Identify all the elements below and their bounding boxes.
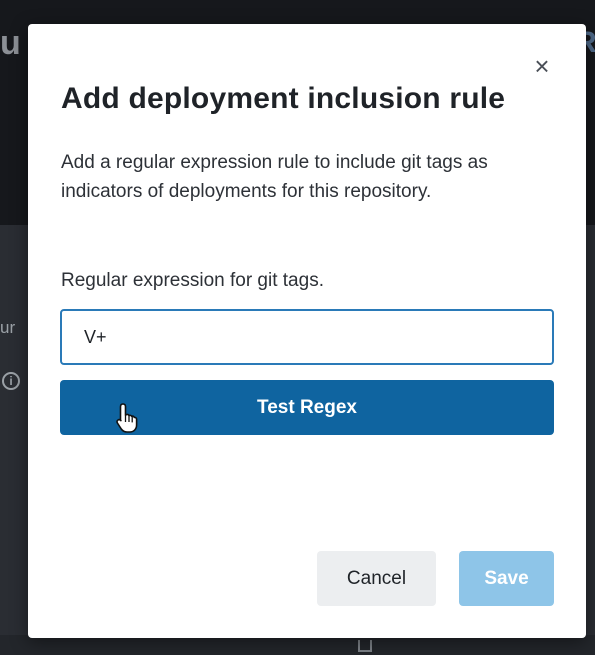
dialog-title: Add deployment inclusion rule — [61, 82, 506, 115]
test-regex-button[interactable]: Test Regex — [60, 380, 554, 435]
trash-icon — [356, 636, 374, 652]
background-footer — [0, 635, 595, 655]
cancel-button[interactable]: Cancel — [317, 551, 436, 606]
info-icon: i — [2, 372, 20, 390]
dialog-description: Add a regular expression rule to include… — [61, 152, 488, 202]
background-heading-fragment-left: u — [0, 24, 21, 62]
regex-field-label: Regular expression for git tags. — [61, 270, 324, 291]
close-icon[interactable]: × — [530, 53, 554, 79]
regex-input[interactable] — [60, 309, 554, 365]
add-inclusion-rule-dialog: × Add deployment inclusion rule Add a re… — [28, 24, 586, 638]
background-text-fragment: ur — [0, 318, 16, 337]
save-button[interactable]: Save — [459, 551, 554, 606]
